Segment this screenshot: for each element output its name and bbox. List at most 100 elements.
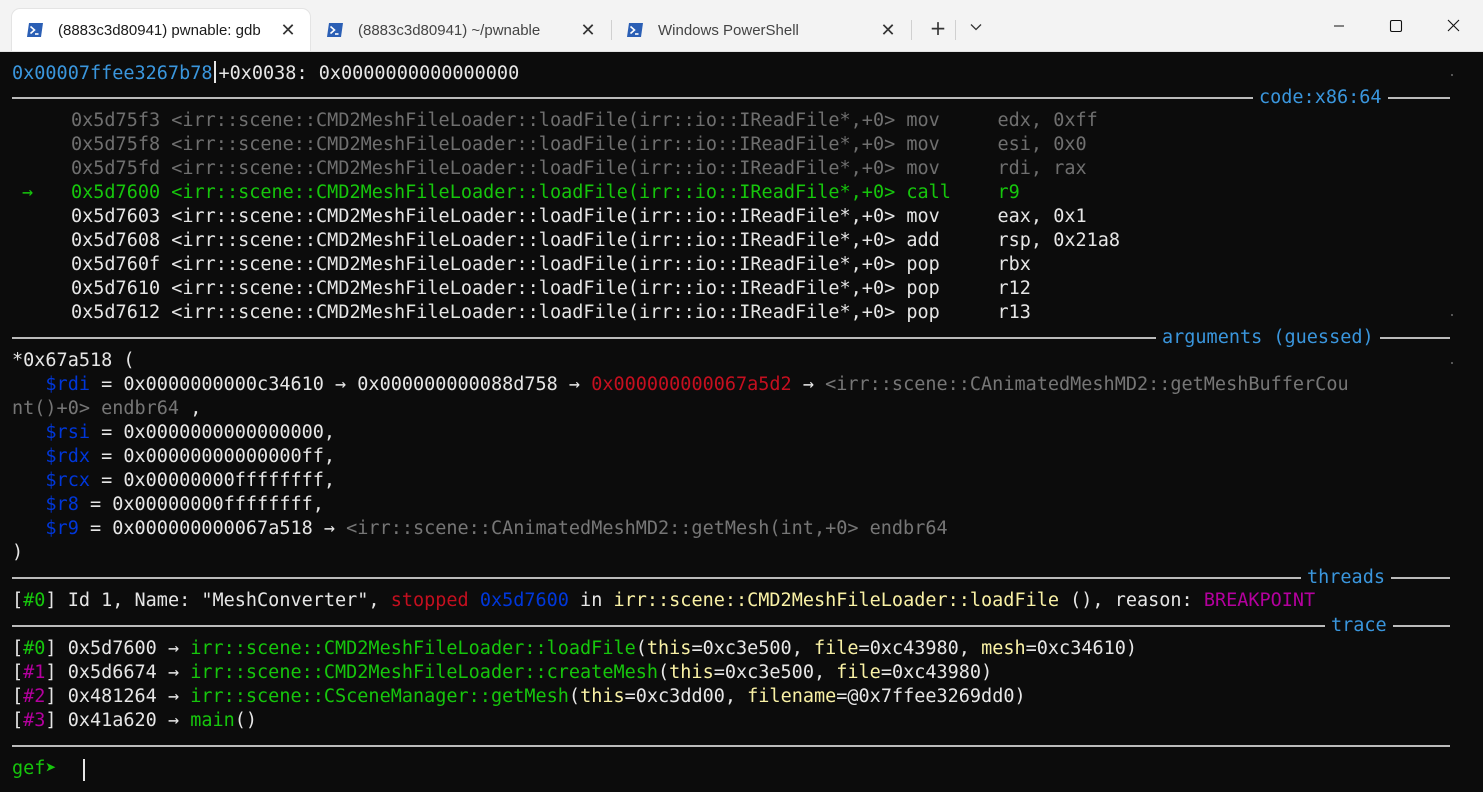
close-tab-icon[interactable]: ✕ (878, 20, 898, 40)
arguments-call: *0x67a518 ( (12, 350, 135, 371)
minimize-button[interactable] (1311, 0, 1367, 51)
frame-arg-name: file (836, 662, 881, 683)
tab-separator (955, 20, 956, 40)
frame-arg-value: @0x7ffee3269dd0 (847, 686, 1015, 707)
maximize-button[interactable] (1368, 0, 1424, 51)
current-instruction-arrow-icon: → (22, 182, 34, 203)
r9-symbol: <irr::scene::CAnimatedMeshMD2::getMesh(i… (346, 518, 948, 539)
disasm-line: 0x5d75f3 <irr::scene::CMD2MeshFileLoader… (12, 109, 1098, 133)
frame-function: irr::scene::CMD2MeshFileLoader::loadFile (190, 638, 636, 659)
disasm-operands: eax, 0x1 (997, 206, 1087, 227)
trace-section-title: trace (1325, 614, 1393, 638)
close-window-button[interactable] (1425, 0, 1481, 51)
tab-pwnable[interactable]: (8883c3d80941) ~/pwnable ✕ (312, 9, 610, 51)
reg-rdi: $rdi (45, 374, 90, 395)
scrollbar[interactable] (1449, 52, 1452, 792)
disasm-symbol: <irr::scene::CMD2MeshFileLoader::loadFil… (171, 134, 896, 155)
close-tab-icon[interactable]: ✕ (578, 20, 598, 40)
disasm-line: 0x5d7603 <irr::scene::CMD2MeshFileLoader… (12, 205, 1087, 229)
close-tab-icon[interactable]: ✕ (278, 20, 298, 40)
disasm-symbol: <irr::scene::CMD2MeshFileLoader::loadFil… (171, 182, 896, 203)
thread-index: #0 (23, 590, 46, 611)
disasm-operands: esi, 0x0 (997, 134, 1087, 155)
arguments-close: ) (12, 542, 24, 563)
trace-frame: [#1] 0x5d6674 → irr::scene::CMD2MeshFile… (12, 662, 993, 683)
disasm-address: 0x5d7608 (71, 230, 161, 251)
reg-rsi: $rsi (45, 422, 90, 443)
trace-frame: [#3] 0x41a620 → main() (12, 710, 258, 731)
section-rule (12, 577, 1450, 579)
chevron-down-icon[interactable] (964, 16, 988, 40)
reg-r8: $r8 (45, 494, 79, 515)
disasm-line: 0x5d7610 <irr::scene::CMD2MeshFileLoader… (12, 277, 1031, 301)
terminal-window: (8883c3d80941) pwnable: gdb ✕ (8883c3d80… (0, 0, 1483, 792)
frame-function: main (190, 710, 235, 731)
disasm-address: 0x5d75f8 (71, 134, 161, 155)
thread-reason: BREAKPOINT (1203, 590, 1316, 611)
disasm-mnemonic: pop (906, 278, 940, 299)
disasm-mnemonic: mov (906, 158, 940, 179)
disasm-mnemonic: mov (906, 134, 940, 155)
terminal-output[interactable]: 0x00007ffee3267b78 +0x0038: 0x00000000000… (0, 52, 1483, 792)
stack-value: +0x0038: 0x0000000000000000 (218, 63, 520, 84)
new-tab-button[interactable]: + (926, 16, 950, 40)
disasm-symbol: <irr::scene::CMD2MeshFileLoader::loadFil… (171, 230, 896, 251)
frame-arg-name: filename (747, 686, 837, 707)
disasm-line: → 0x5d7600 <irr::scene::CMD2MeshFileLoade… (12, 181, 1020, 205)
powershell-icon (626, 22, 644, 38)
disasm-symbol: <irr::scene::CMD2MeshFileLoader::loadFil… (171, 206, 896, 227)
disasm-address: 0x5d7610 (71, 278, 161, 299)
rdi-pointer: 0x000000000067a5d2 (591, 374, 792, 395)
frame-arg-value: 0xc43980 (891, 662, 982, 683)
frame-arg-name: this (646, 638, 692, 659)
section-rule (12, 97, 1450, 99)
tab-powershell[interactable]: Windows PowerShell ✕ (612, 9, 910, 51)
tab-gdb[interactable]: (8883c3d80941) pwnable: gdb ✕ (12, 9, 310, 51)
frame-address: 0x41a620 → (56, 710, 191, 731)
arguments-section-title: arguments (guessed) (1156, 326, 1380, 350)
thread-function: irr::scene::CMD2MeshFileLoader::loadFile (613, 590, 1060, 611)
rcx-value: = 0x00000000ffffffff, (89, 470, 336, 491)
disasm-operands: rdi, rax (997, 158, 1087, 179)
disasm-operands: r9 (997, 182, 1020, 203)
arg-rdi-wrap: nt()+0> endbr64 , (12, 397, 201, 421)
disasm-line: 0x5d7608 <irr::scene::CMD2MeshFileLoader… (12, 229, 1120, 253)
tab-label: (8883c3d80941) pwnable: gdb (58, 21, 261, 39)
disasm-symbol: <irr::scene::CMD2MeshFileLoader::loadFil… (171, 110, 896, 131)
frame-arg-value: 0xc3e500 (724, 662, 814, 683)
section-rule (12, 745, 1450, 747)
gef-prompt: gef➤ (12, 758, 68, 779)
disasm-operands: r13 (997, 302, 1031, 323)
frame-address: 0x481264 → (56, 686, 191, 707)
disasm-mnemonic: mov (906, 206, 940, 227)
text-cursor[interactable] (83, 759, 85, 781)
disasm-line: 0x5d75fd <irr::scene::CMD2MeshFileLoader… (12, 157, 1087, 181)
tab-label: Windows PowerShell (658, 21, 799, 39)
rdi-chain: = 0x0000000000c34610 → 0x000000000088d75… (89, 374, 592, 395)
frame-arg-name: file (813, 638, 859, 659)
disasm-line: 0x5d760f <irr::scene::CMD2MeshFileLoader… (12, 253, 1031, 277)
thread-info: Id 1, Name: "MeshConverter", (56, 590, 391, 611)
thread-status: stopped (390, 590, 469, 611)
threads-section-title: threads (1301, 566, 1391, 590)
frame-arg-value: 0xc34610 (1036, 638, 1126, 659)
arg-rdi: $rdi = 0x0000000000c34610 → 0x0000000000… (12, 373, 1349, 397)
disasm-operands: edx, 0xff (997, 110, 1098, 131)
frame-arg-name: this (580, 686, 625, 707)
disasm-address: 0x5d7603 (71, 206, 161, 227)
rsi-value: = 0x0000000000000000, (89, 422, 336, 443)
powershell-icon (326, 22, 344, 38)
code-section-title: code:x86:64 (1253, 86, 1388, 110)
trace-frame: [#2] 0x481264 → irr::scene::CSceneManage… (12, 686, 1026, 707)
tab-separator (911, 20, 912, 40)
r8-value: = 0x00000000ffffffff, (78, 494, 324, 515)
frame-arg-value: 0xc43980 (869, 638, 959, 659)
section-rule (12, 625, 1450, 627)
rdi-symbol: <irr::scene::CAnimatedMeshMD2::getMeshBu… (825, 374, 1349, 395)
stack-address: 0x00007ffee3267b78 (12, 63, 213, 84)
disasm-address: 0x5d7612 (71, 302, 161, 323)
disasm-mnemonic: call (906, 182, 951, 203)
frame-address: 0x5d6674 → (56, 662, 191, 683)
frame-index: #3 (23, 710, 46, 731)
frame-index: #0 (23, 638, 46, 659)
